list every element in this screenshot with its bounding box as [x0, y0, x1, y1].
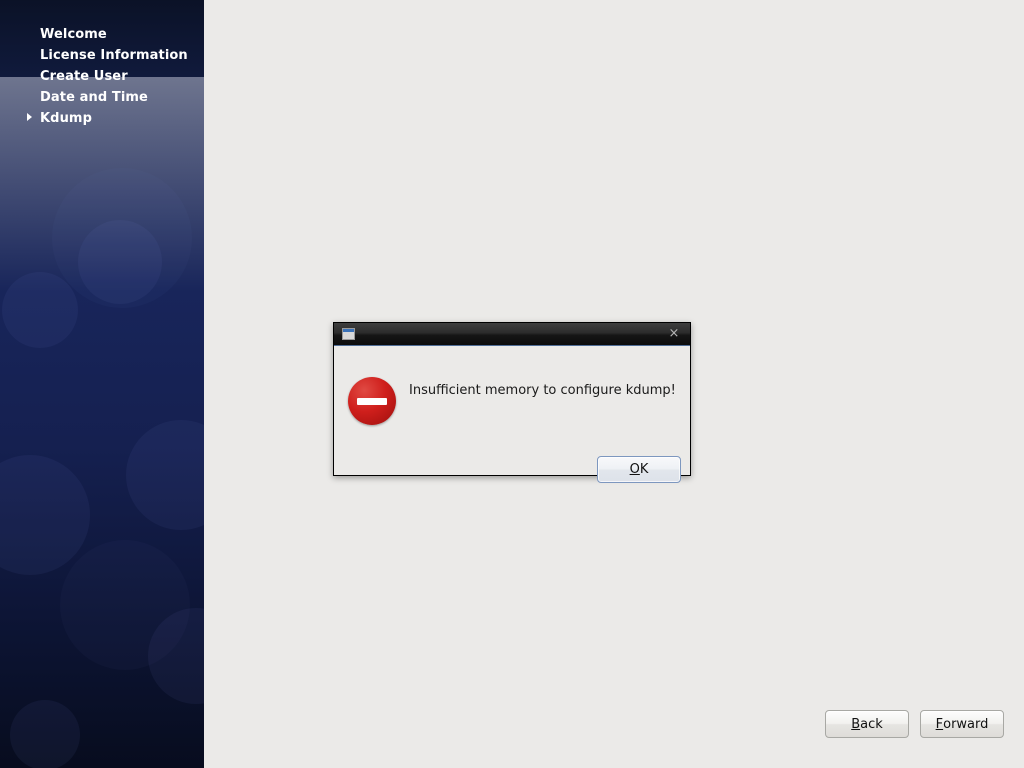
sidebar-item-label: Kdump	[40, 111, 92, 126]
error-icon-bar	[357, 398, 387, 405]
sidebar-item-label: Welcome	[40, 27, 107, 42]
sidebar-item-date-and-time[interactable]: Date and Time	[0, 87, 204, 108]
back-button-mnemonic: B	[851, 717, 860, 732]
error-dialog: × Insufficient memory to configure kdump…	[333, 322, 691, 476]
ok-button-label: K	[640, 462, 649, 477]
back-button-label: ack	[860, 717, 883, 732]
wizard-nav: Welcome License Information Create User …	[0, 0, 204, 129]
sidebar-item-kdump[interactable]: Kdump	[0, 108, 204, 129]
forward-button[interactable]: Forward	[920, 710, 1004, 738]
dialog-body: Insufficient memory to configure kdump! …	[334, 346, 690, 476]
ok-button[interactable]: OK	[597, 456, 681, 483]
sidebar-item-create-user[interactable]: Create User	[0, 66, 204, 87]
error-icon-disc	[348, 377, 396, 425]
sidebar-item-label: Date and Time	[40, 90, 148, 105]
sidebar-item-label: License Information	[40, 48, 188, 63]
sidebar-item-welcome[interactable]: Welcome	[0, 24, 204, 45]
sidebar-item-label: Create User	[40, 69, 128, 84]
dialog-titlebar[interactable]: ×	[334, 323, 690, 346]
forward-button-label: orward	[943, 717, 988, 732]
dialog-message: Insufficient memory to configure kdump!	[409, 382, 679, 399]
close-icon[interactable]: ×	[666, 326, 682, 342]
installer-window: Welcome License Information Create User …	[0, 0, 1024, 768]
forward-button-mnemonic: F	[936, 717, 943, 732]
ok-button-mnemonic: O	[630, 462, 640, 477]
wizard-sidebar: Welcome License Information Create User …	[0, 0, 204, 768]
sidebar-item-license-information[interactable]: License Information	[0, 45, 204, 66]
back-button[interactable]: Back	[825, 710, 909, 738]
wizard-button-bar: Back Forward	[825, 710, 1004, 738]
error-stop-icon	[348, 377, 396, 425]
current-page-arrow-icon	[27, 113, 32, 121]
window-icon	[342, 328, 355, 340]
